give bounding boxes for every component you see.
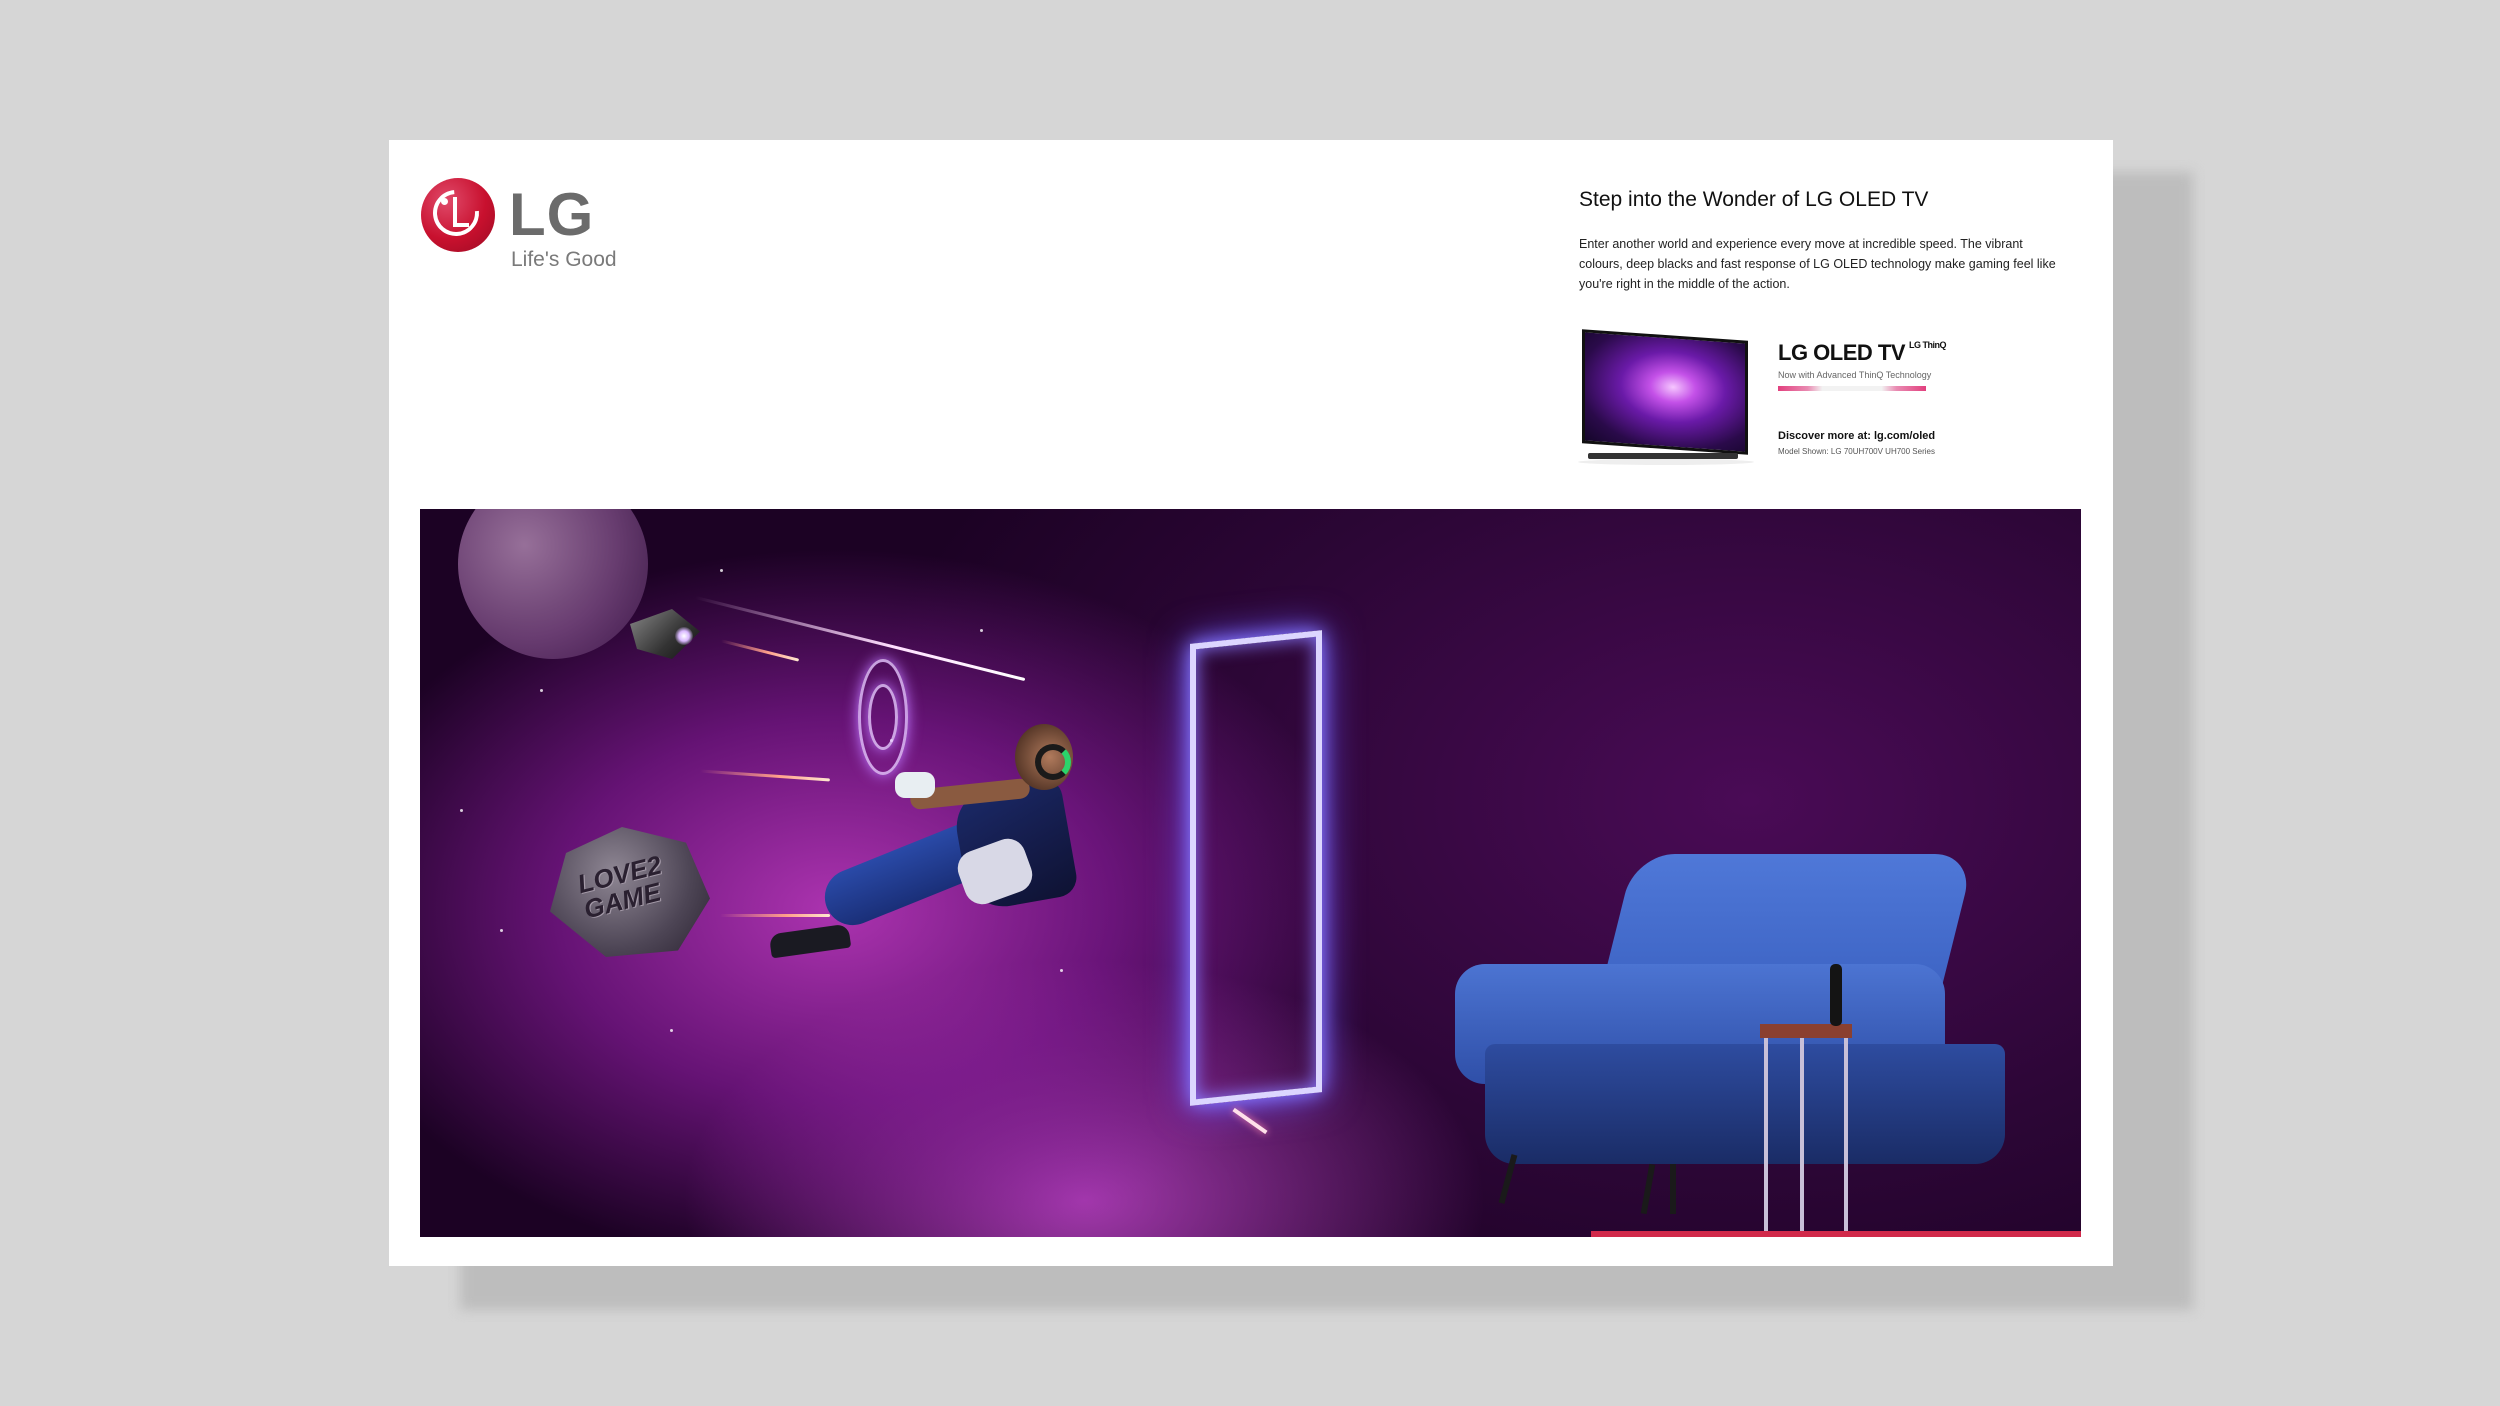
lg-logo[interactable]: LG Life's Good <box>421 178 621 278</box>
discover-link[interactable]: Discover more at: lg.com/oled <box>1778 430 1935 442</box>
headset <box>1035 744 1071 780</box>
headline: Step into the Wonder of LG OLED TV <box>1579 188 1929 211</box>
lg-logo-icon <box>421 178 495 252</box>
product-title: LG OLED TV <box>1778 340 1906 365</box>
hero-image: LOVE2 GAME <box>420 509 2081 1237</box>
planet <box>458 509 648 659</box>
tv-screen <box>1582 329 1748 455</box>
neon-portal <box>1190 630 1322 1106</box>
side-table <box>1760 1024 1852 1237</box>
laser-beam <box>694 595 1026 682</box>
thinq-badge: LG ThinQ <box>1909 340 1947 350</box>
logo-wordmark: LG <box>509 181 595 248</box>
brand-gradient-bar <box>1778 386 1926 391</box>
accent-bar <box>1591 1231 2081 1237</box>
tv-remote <box>1830 964 1842 1026</box>
product-subtitle: Now with Advanced ThinQ Technology <box>1778 370 1932 380</box>
gamer-figure <box>760 724 1160 984</box>
game-controller <box>895 772 935 798</box>
ad-copy: Step into the Wonder of LG OLED TV Enter… <box>1579 188 2069 294</box>
model-note: Model Shown: LG 70UH700V UH700 Series <box>1778 447 1935 456</box>
product-brand: LG OLED TV LG ThinQ Now with Advanced Thi… <box>1778 340 1998 391</box>
logo-tagline: Life's Good <box>511 248 617 271</box>
blue-sofa <box>1445 854 2005 1224</box>
tv-product-image <box>1578 329 1754 465</box>
ad-card: LG Life's Good Step into the Wonder of L… <box>389 140 2113 1266</box>
body-text: Enter another world and experience every… <box>1579 237 2056 291</box>
